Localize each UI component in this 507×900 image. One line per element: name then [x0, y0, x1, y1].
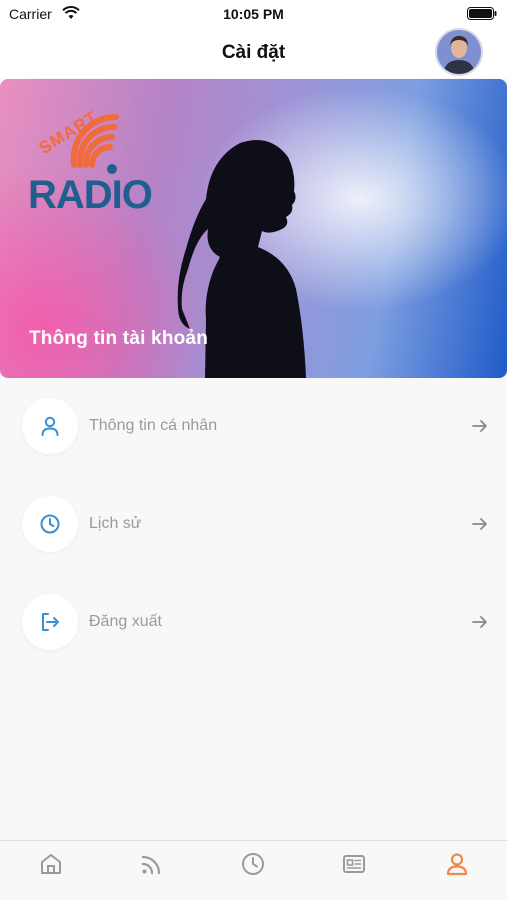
tab-feed[interactable]	[101, 841, 202, 887]
clock-icon	[22, 496, 78, 552]
page-title: Cài đặt	[221, 42, 286, 63]
status-time: 10:05 PM	[223, 6, 284, 22]
account-banner[interactable]: SMART RADIO Thông tin tài khoản	[0, 79, 507, 378]
arrow-right-icon	[472, 420, 487, 432]
person-icon	[22, 398, 78, 454]
logout-icon	[22, 594, 78, 650]
arrow-right-icon	[472, 518, 487, 530]
tab-bar	[0, 840, 507, 900]
nav-bar: Cài đặt	[0, 28, 507, 78]
news-icon	[342, 855, 365, 873]
home-icon	[40, 854, 61, 874]
tab-history[interactable]	[202, 841, 303, 887]
logo-text-main: RADIO	[28, 173, 153, 217]
menu-item-label: Thông tin cá nhân	[89, 417, 218, 434]
clock-icon	[241, 853, 264, 875]
arrow-right-icon	[472, 616, 487, 628]
avatar-image	[437, 30, 481, 74]
status-bar: Carrier 10:05 PM	[0, 0, 507, 28]
menu-item-personal-info[interactable]: Thông tin cá nhân	[0, 396, 507, 460]
tab-profile[interactable]	[406, 841, 507, 887]
feed-icon	[141, 855, 160, 875]
menu-item-logout[interactable]: Đăng xuất	[0, 592, 507, 656]
tab-news[interactable]	[303, 841, 404, 887]
menu-item-label: Đăng xuất	[89, 613, 162, 630]
banner-caption: Thông tin tài khoản	[29, 328, 209, 349]
profile-icon	[446, 853, 467, 876]
menu-item-label: Lịch sử	[89, 515, 142, 532]
menu-item-history[interactable]: Lịch sử	[0, 494, 507, 558]
avatar[interactable]	[435, 28, 483, 76]
battery-icon	[467, 7, 497, 20]
tab-home[interactable]	[0, 841, 101, 887]
